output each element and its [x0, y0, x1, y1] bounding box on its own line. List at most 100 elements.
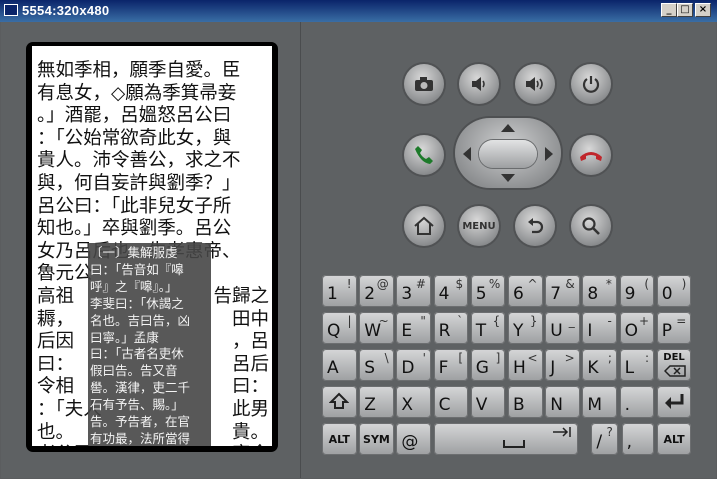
popup-line: 〔一〕集解服虔: [90, 245, 178, 260]
key-v[interactable]: V: [470, 386, 506, 418]
key-label: 2: [364, 284, 376, 304]
key-symbol[interactable]: .: [619, 386, 655, 418]
key-f[interactable]: F[: [433, 349, 469, 381]
popup-line: 曰：「古者名吏休: [90, 346, 184, 362]
title-bar[interactable]: 5554:320x480 _ □ ×: [0, 0, 717, 22]
volume-down-icon: [472, 77, 485, 91]
popup-line: 告。予告者，在官: [90, 414, 191, 430]
key-m[interactable]: M: [582, 386, 617, 418]
key-a[interactable]: A: [322, 349, 357, 381]
key-label: ,: [626, 432, 632, 452]
back-button[interactable]: [515, 206, 555, 246]
key-i[interactable]: I-: [582, 312, 617, 344]
key-label: V: [475, 395, 488, 415]
key-5[interactable]: 5%: [470, 275, 506, 307]
popup-line: 曰寧。」孟康: [90, 329, 159, 345]
key-entericon[interactable]: [656, 386, 692, 418]
key-u[interactable]: U _: [545, 312, 580, 344]
key-8[interactable]: 8 *: [582, 275, 617, 307]
key-t[interactable]: T{: [470, 312, 506, 344]
key-at[interactable]: @: [396, 423, 431, 455]
key-slash[interactable]: /?: [591, 423, 618, 455]
key-alt-label: ]: [495, 351, 501, 365]
sym-key[interactable]: SYM: [359, 423, 394, 455]
key-label: M: [587, 395, 603, 415]
dpad-down-arrow-icon[interactable]: [501, 174, 515, 182]
call-button[interactable]: [404, 135, 444, 175]
key-r[interactable]: R `: [433, 312, 469, 344]
key-alt-label: @: [376, 277, 389, 291]
call-icon: [415, 146, 433, 164]
key-d[interactable]: D ': [396, 349, 431, 381]
key-label: 9: [624, 284, 636, 304]
key-2[interactable]: 2 @: [359, 275, 394, 307]
text-line-fragment: [37, 83, 269, 106]
key-j[interactable]: J >: [545, 349, 580, 381]
key-1[interactable]: 1!: [322, 275, 357, 307]
popup-line: 名也。吉曰告，凶: [90, 312, 191, 328]
power-button[interactable]: [571, 64, 611, 104]
space-icon: [503, 440, 526, 448]
key-label: ALT: [328, 433, 350, 446]
key-alt-label: $: [455, 277, 464, 291]
alt-left-key[interactable]: ALT: [322, 423, 357, 455]
dpad-left-arrow-icon[interactable]: [463, 147, 471, 161]
key-4[interactable]: 4 $: [433, 275, 469, 307]
key-y[interactable]: Y}: [508, 312, 543, 344]
end-call-button[interactable]: [571, 135, 611, 175]
key-label: E: [401, 321, 413, 341]
key-alt-label: ^: [527, 277, 538, 291]
hardware-keyboard: 1! 2 @3 #4 $5% 6 ^ 7 & 8 * 9(0) Q | W ~ E " R ` T{Y} U _ I - O + P =…: [322, 275, 694, 455]
minimize-button[interactable]: _: [661, 3, 677, 17]
dpad-right-arrow-icon[interactable]: [545, 147, 553, 161]
key-g[interactable]: G]: [470, 349, 506, 381]
key-6[interactable]: 6 ^: [508, 275, 543, 307]
key-p[interactable]: P =: [656, 312, 692, 344]
emulator-window: 5554:320x480 _ □ × 無如季相，願季自愛。臣 有息女，◇願為季箕帚…: [0, 0, 717, 479]
key-alt-label: ): [681, 277, 687, 291]
key-b[interactable]: B: [508, 386, 543, 418]
home-button[interactable]: [404, 206, 444, 246]
key-7[interactable]: 7 &: [545, 275, 580, 307]
key-z[interactable]: Z: [359, 386, 394, 418]
key-alt-label: !: [346, 277, 352, 291]
text-line-fragment: [37, 173, 269, 196]
key-label: Z: [364, 395, 376, 415]
key-h[interactable]: H <: [508, 349, 543, 381]
space-key[interactable]: [433, 423, 579, 455]
key-comma[interactable]: ,: [621, 423, 655, 455]
search-button[interactable]: [571, 206, 611, 246]
key-del[interactable]: DEL: [656, 349, 692, 381]
key-c[interactable]: C: [433, 386, 469, 418]
end-call-icon: [580, 152, 602, 161]
key-k[interactable]: K;: [582, 349, 617, 381]
key-q[interactable]: Q |: [322, 312, 357, 344]
key-label: F: [438, 358, 449, 378]
key-shifticon[interactable]: [322, 386, 357, 418]
key-s[interactable]: S \: [359, 349, 394, 381]
key-0[interactable]: 0): [656, 275, 692, 307]
dpad[interactable]: [455, 118, 561, 188]
key-w[interactable]: W ~: [359, 312, 394, 344]
popup-line: 嚳。漢律，吏二千: [90, 380, 191, 396]
maximize-button[interactable]: □: [677, 3, 693, 17]
key-label: G: [475, 358, 489, 378]
alt-right-key[interactable]: ALT: [656, 423, 692, 455]
dpad-center-button[interactable]: [479, 140, 537, 168]
key-9[interactable]: 9(: [619, 275, 655, 307]
key-x[interactable]: X: [396, 386, 431, 418]
key-alt-label: &: [565, 277, 575, 291]
camera-button[interactable]: [404, 64, 444, 104]
volume-down-button[interactable]: [459, 64, 499, 104]
dpad-up-arrow-icon[interactable]: [501, 124, 515, 132]
close-button[interactable]: ×: [695, 3, 711, 17]
key-o[interactable]: O +: [619, 312, 655, 344]
menu-button[interactable]: MENU: [459, 206, 499, 246]
text-line-fragment: [37, 128, 269, 151]
key-l[interactable]: L:: [619, 349, 655, 381]
key-e[interactable]: E ": [396, 312, 431, 344]
volume-up-button[interactable]: [515, 64, 555, 104]
key-n[interactable]: N: [545, 386, 580, 418]
annotation-popup[interactable]: 〔一〕集解服虔 曰：「告音如『嗥 呼』之『嗥』。」 李斐曰：「休謁之 名也。吉曰告，凶曰…: [88, 243, 211, 446]
key-3[interactable]: 3 #: [396, 275, 431, 307]
